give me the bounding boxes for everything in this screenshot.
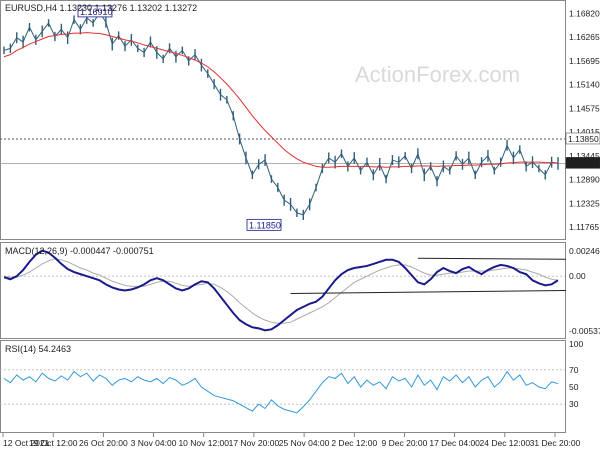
rsi-plot-area: 100 70 50 30	[0, 339, 583, 414]
moving-average-line	[3, 32, 559, 168]
x-tick-label: 17 Dec 04:00	[429, 438, 480, 448]
x-tick-label: 19 Oct 12:00	[29, 438, 78, 448]
price-tick-label: 1.15140	[569, 80, 600, 90]
price-plot-area: 1.169101.11850	[0, 5, 565, 231]
x-tick-label: 26 Oct 20:00	[79, 438, 128, 448]
macd-tick-label: -0.005375	[569, 326, 600, 336]
macd-channel-upper	[417, 257, 567, 260]
price-tick-label: 1.12890	[569, 174, 600, 184]
price-close-line	[3, 11, 559, 216]
macd-channel-lower	[290, 289, 567, 295]
price-tick-label: 1.12325	[569, 198, 600, 208]
macd-signal-line	[3, 258, 559, 324]
macd-plot-area: 0.002469 0.00 -0.005375	[0, 246, 600, 336]
price-header: EURUSD,H4 1.13230 1.13276 1.13202 1.1327…	[5, 3, 197, 13]
rsi-tick-label: 70	[569, 365, 579, 375]
time-axis: 12 Oct 202119 Oct 12:00 26 Oct 20:00 3 Nov…	[2, 433, 581, 448]
macd-line	[3, 249, 559, 332]
rsi-panel-frame	[0, 340, 566, 433]
x-tick-label: 10 Nov 12:00	[178, 438, 229, 448]
last-price-label: 1.13272	[568, 158, 599, 168]
rsi-tick-label: 30	[569, 399, 579, 409]
resistance-label: 1.13850	[568, 134, 599, 144]
rsi-line	[3, 370, 559, 414]
watermark: ActionForex.com	[355, 62, 520, 87]
rsi-tick-label: 100	[569, 339, 583, 349]
x-tick-label: 9 Dec 20:00	[382, 438, 428, 448]
rsi-header: RSI(14) 54.2463	[5, 344, 71, 354]
x-tick-label: 24 Dec 12:00	[480, 438, 531, 448]
x-tick-label: 17 Nov 20:00	[229, 438, 280, 448]
x-tick-label: 25 Nov 04:00	[279, 438, 330, 448]
x-tick-label: 3 Nov 04:00	[131, 438, 177, 448]
price-axis: 1.168201.162651.156951.151401.145751.140…	[565, 9, 600, 232]
forex-chart: ActionForex.com 1.16820 1.16265 1.15695 1.1…	[0, 0, 600, 448]
price-tick-label: 1.11765	[569, 222, 599, 232]
rsi-tick-label: 50	[569, 382, 579, 392]
low-label: 1.11850	[249, 220, 281, 230]
x-tick-label: 2 Dec 12:00	[331, 438, 377, 448]
macd-panel-frame	[0, 242, 566, 339]
price-tick-label: 1.16265	[569, 32, 600, 42]
macd-tick-label: 0.00	[569, 271, 586, 281]
price-tick-label: 1.16820	[569, 9, 600, 19]
price-tick-label: 1.15695	[569, 56, 600, 66]
macd-header: MACD(12,26,9) -0.000447 -0.000751	[5, 246, 154, 256]
price-tick-label: 1.14575	[569, 103, 600, 113]
price-panel-frame	[0, 0, 566, 240]
macd-tick-label: 0.002469	[569, 246, 600, 256]
x-tick-label: 31 Dec 20:00	[530, 438, 581, 448]
